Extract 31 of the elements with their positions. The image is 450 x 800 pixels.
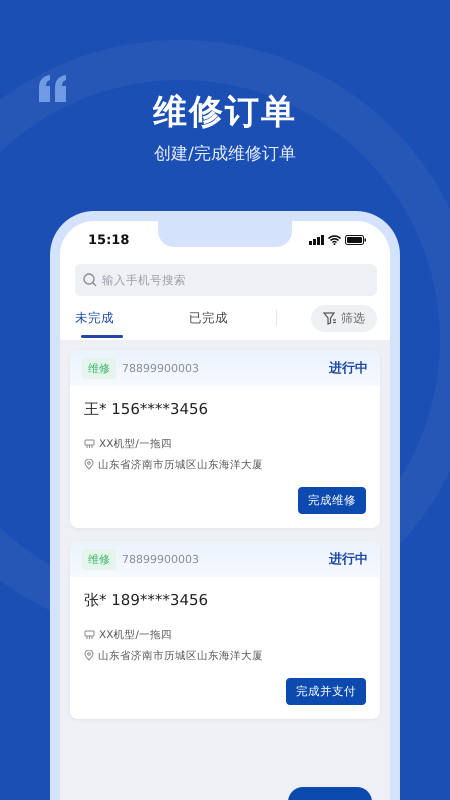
device-model: XX机型/一拖四 <box>99 436 172 450</box>
action-button[interactable]: 完成并支付 <box>286 678 366 705</box>
repair-tag: 维修 <box>82 358 116 378</box>
customer-info: 王* 156****3456 <box>84 400 210 419</box>
status-time: 15:18 <box>88 232 130 248</box>
battery-icon <box>345 235 366 245</box>
device-icon <box>84 438 95 448</box>
quote-icon <box>37 74 69 104</box>
wifi-icon <box>328 235 341 245</box>
location-icon <box>84 459 94 470</box>
address: 山东省济南市历城区山东海洋大厦 <box>98 458 263 472</box>
action-button[interactable]: 完成维修 <box>298 487 366 514</box>
tab[interactable]: 未完成 <box>75 296 175 340</box>
filter-button[interactable]: 筛选 <box>311 304 377 332</box>
tab[interactable]: 已完成 <box>175 296 275 340</box>
device-icon <box>84 630 95 640</box>
page-subtitle: 创建/完成维修订单 <box>154 143 296 166</box>
order-number: 78899900003 <box>122 552 199 566</box>
signal-icon <box>309 235 324 245</box>
page-title: 维修订单 <box>153 91 297 134</box>
search-field[interactable]: 输入手机号搜索 <box>75 264 377 296</box>
search-icon <box>83 273 97 287</box>
repair-tag: 维修 <box>82 548 116 570</box>
location-icon <box>84 650 94 661</box>
order-number: 78899900003 <box>122 362 199 374</box>
order-status: 进行中 <box>329 360 368 377</box>
filter-icon <box>323 312 337 324</box>
address: 山东省济南市历城区山东海洋大厦 <box>98 648 263 662</box>
order-status: 进行中 <box>329 551 368 568</box>
device-model: XX机型/一拖四 <box>99 628 172 642</box>
customer-info: 张* 189****3456 <box>84 591 210 610</box>
